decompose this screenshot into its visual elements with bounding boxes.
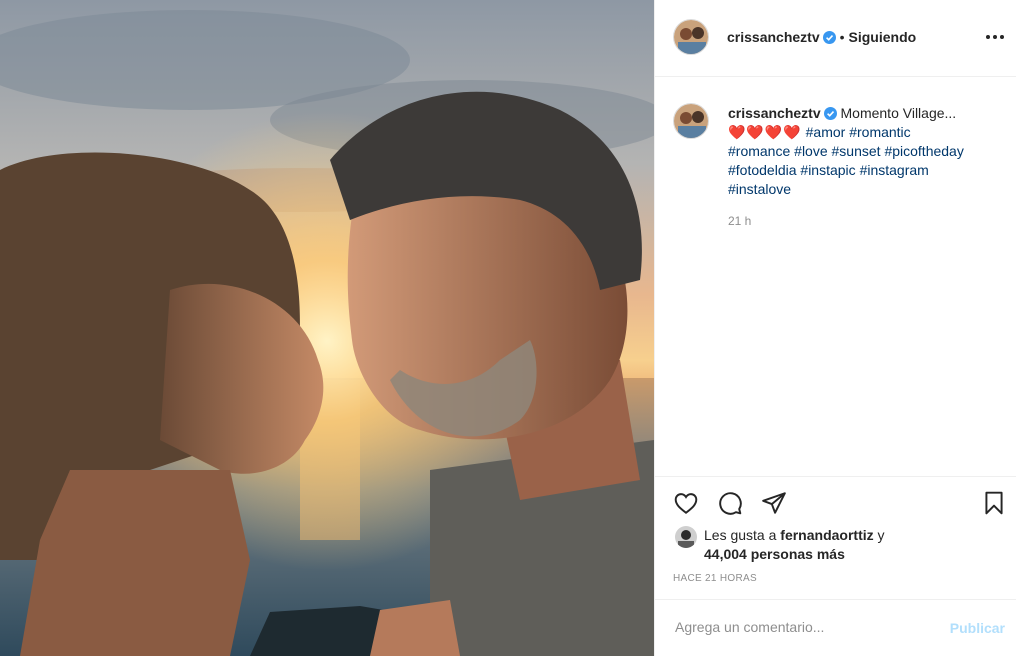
comment-input[interactable] bbox=[673, 618, 937, 636]
heart-emojis: ❤️❤️❤️❤️ bbox=[728, 124, 802, 140]
verified-badge-icon bbox=[822, 31, 836, 44]
likes-text: Les gusta a fernandaorttiz y 44,004 pers… bbox=[704, 526, 994, 564]
hashtag[interactable]: #sunset bbox=[832, 143, 881, 159]
caption-avatar[interactable] bbox=[673, 103, 709, 139]
hashtag[interactable]: #fotodeldia bbox=[728, 162, 797, 178]
comment-form: Publicar bbox=[655, 599, 1016, 656]
header-info: crissancheztv • Siguiendo bbox=[727, 29, 916, 45]
post-timestamp[interactable]: HACE 21 HORAS bbox=[673, 573, 757, 584]
hashtag[interactable]: #romance bbox=[728, 143, 790, 159]
liker-avatar[interactable] bbox=[675, 526, 697, 548]
hashtag[interactable]: #picoftheday bbox=[884, 143, 963, 159]
hashtag[interactable]: #romantic bbox=[849, 124, 910, 140]
action-bar bbox=[655, 476, 1016, 528]
post-header: crissancheztv • Siguiendo bbox=[655, 0, 1016, 77]
verified-badge-icon bbox=[823, 106, 837, 120]
more-horizontal-icon[interactable] bbox=[985, 27, 1005, 47]
post-image bbox=[0, 0, 654, 656]
caption-text: crissancheztv Momento Village... ❤️❤️❤️❤… bbox=[728, 104, 998, 199]
paper-plane-icon[interactable] bbox=[761, 490, 787, 516]
hashtag[interactable]: #amor bbox=[806, 124, 846, 140]
hashtag[interactable]: #instalove bbox=[728, 181, 791, 197]
comment-icon[interactable] bbox=[717, 490, 743, 516]
following-button[interactable]: Siguiendo bbox=[849, 29, 917, 45]
liker-username[interactable]: fernandaorttiz bbox=[780, 527, 873, 543]
hashtag[interactable]: #instagram bbox=[860, 162, 929, 178]
header-username[interactable]: crissancheztv bbox=[727, 29, 820, 45]
caption-body: Momento Village... bbox=[840, 105, 957, 121]
caption-username[interactable]: crissancheztv bbox=[728, 105, 821, 121]
likes-prefix: Les gusta a bbox=[704, 527, 777, 543]
caption-time: 21 h bbox=[728, 214, 752, 228]
publish-button[interactable]: Publicar bbox=[950, 620, 1005, 636]
likes-count[interactable]: 44,004 personas más bbox=[704, 546, 845, 562]
profile-avatar[interactable] bbox=[673, 19, 709, 55]
hashtag[interactable]: #instapic bbox=[800, 162, 855, 178]
separator-dot: • bbox=[839, 29, 845, 45]
post-sidebar: crissancheztv • Siguiendo crissancheztv Mo… bbox=[654, 0, 1016, 656]
post-photo[interactable] bbox=[0, 0, 654, 656]
heart-icon[interactable] bbox=[673, 490, 699, 516]
likes-conjunction: y bbox=[877, 527, 885, 543]
hashtag[interactable]: #love bbox=[794, 143, 827, 159]
bookmark-icon[interactable] bbox=[981, 490, 1007, 516]
